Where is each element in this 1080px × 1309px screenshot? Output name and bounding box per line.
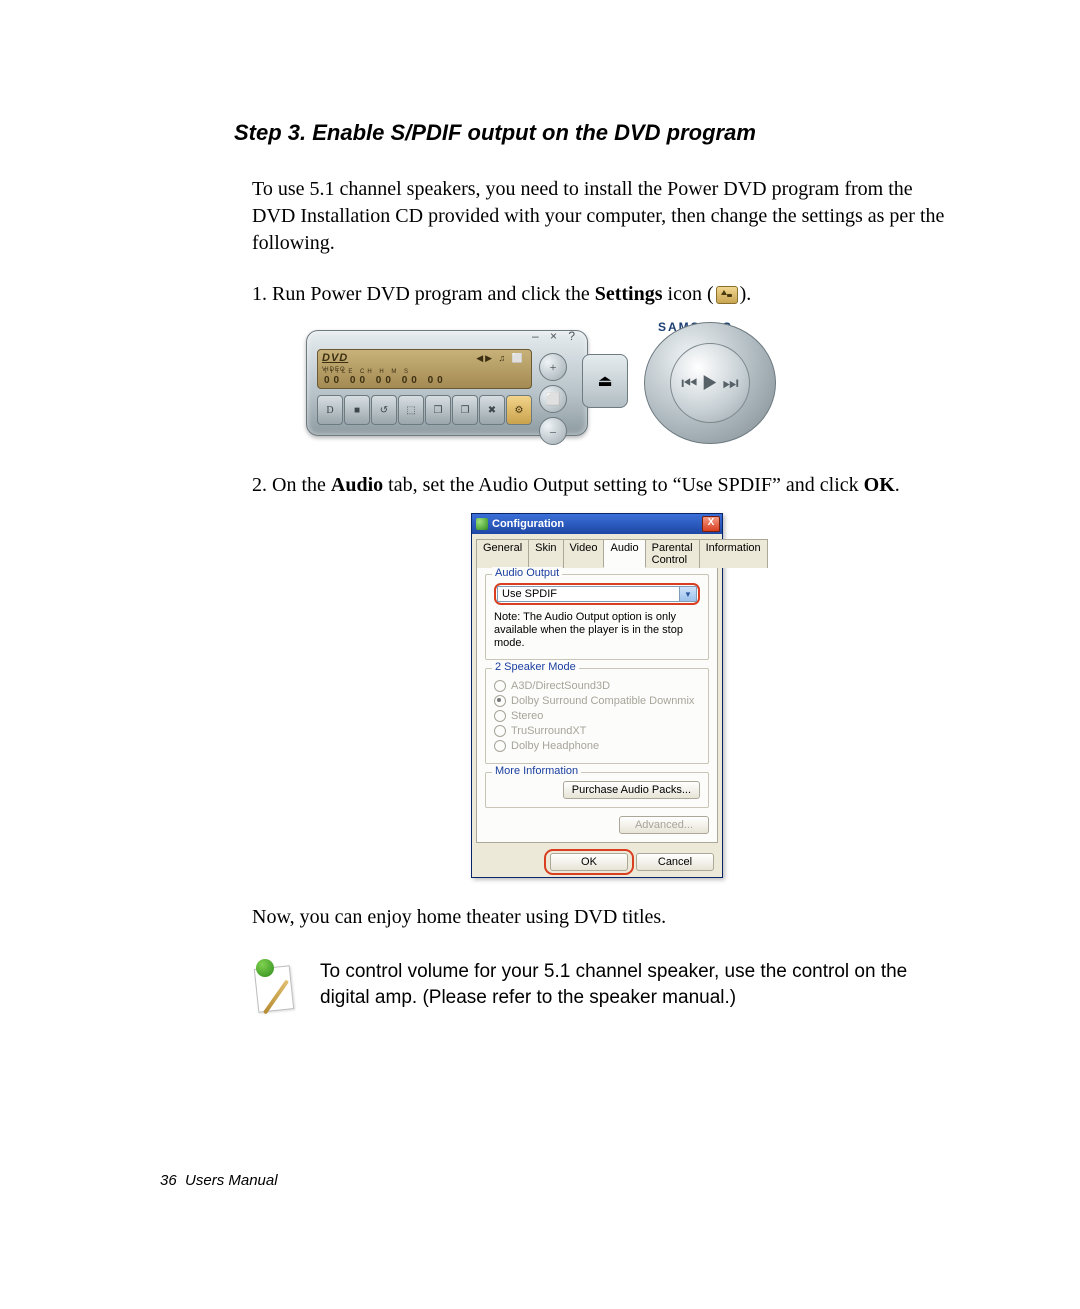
step2-ok-word: OK [864,474,895,496]
screen-status-icons: ◀▶ ♫ ⬜ [476,353,525,364]
ok-button[interactable]: OK [550,853,628,871]
eject-button[interactable]: ⏏ [582,354,628,408]
radio-icon [494,710,506,722]
footer-label: Users Manual [185,1172,278,1189]
tip-text: To control volume for your 5.1 channel s… [320,959,960,1012]
side-btn-minus[interactable]: – [539,417,567,445]
group-speaker-mode: 2 Speaker Mode A3D/DirectSound3D Dolby S… [485,668,709,764]
radio-dolby-downmix[interactable]: Dolby Surround Compatible Downmix [494,695,700,707]
tip-row: To control volume for your 5.1 channel s… [252,959,960,1015]
jog-dial[interactable]: ⏮ ▶ ⏭ [644,322,776,444]
player-window-controls[interactable]: – × ? [532,329,579,343]
step2-prefix: 2. On the [252,474,331,496]
step1-tail: ). [740,283,752,305]
group-label-more-info: More Information [492,765,581,777]
tab-audio[interactable]: Audio [603,539,645,568]
ok-highlight-ring: OK [550,853,628,871]
dialog-titlebar: Configuration X [472,514,722,534]
conclusion-line: Now, you can enjoy home theater using DV… [252,906,960,929]
tab-general[interactable]: General [476,539,529,568]
radio-label: Dolby Surround Compatible Downmix [511,695,694,707]
toolbar-btn-0[interactable]: D [317,395,343,425]
step2-audio-word: Audio [331,474,383,496]
radio-stereo[interactable]: Stereo [494,710,700,722]
step1-suffix: icon ( [663,283,714,305]
intro-paragraph: To use 5.1 channel speakers, you need to… [252,176,952,257]
step-2-line: 2. On the Audio tab, set the Audio Outpu… [252,472,952,499]
side-btn-mid[interactable]: ⬜ [539,385,567,413]
note-icon [252,959,298,1015]
player-side-buttons: + ⬜ – [539,353,569,445]
radio-dolby-headphone[interactable]: Dolby Headphone [494,740,700,752]
dvd-logo: DVD [322,352,348,364]
chevron-down-icon[interactable]: ▼ [679,586,697,602]
jog-inner-controls[interactable]: ⏮ ▶ ⏭ [670,343,750,423]
step2-tail: . [895,474,900,496]
radio-label: Dolby Headphone [511,740,599,752]
screen-counters: TITLE CH H M S 00 00 00 00 00 [324,369,447,386]
toolbar-btn-2[interactable]: ↺ [371,395,397,425]
audio-output-note: Note: The Audio Output option is only av… [494,611,700,651]
step-1-line: 1. Run Power DVD program and click the S… [252,281,952,308]
audio-output-select[interactable]: Use SPDIF [497,586,680,602]
dialog-app-icon [476,518,488,530]
side-btn-plus[interactable]: + [539,353,567,381]
counter-values: 00 00 00 00 00 [324,375,447,386]
radio-label: A3D/DirectSound3D [511,680,610,692]
toolbar-btn-3[interactable]: ⬚ [398,395,424,425]
tab-video[interactable]: Video [563,539,605,568]
configuration-dialog: Configuration X General Skin Video Audio… [471,513,723,878]
radio-label: Stereo [511,710,543,722]
toolbar-btn-1[interactable]: ■ [344,395,370,425]
step-heading: Step 3. Enable S/PDIF output on the DVD … [234,120,960,146]
radio-icon [494,725,506,737]
player-main-panel: – × ? DVD VIDEO ◀▶ ♫ ⬜ TITLE CH H M S 00… [306,330,588,436]
radio-label: TruSurroundXT [511,725,586,737]
close-icon[interactable]: X [702,516,720,532]
dialog-title-text: Configuration [492,518,564,530]
tab-information[interactable]: Information [699,539,768,568]
toolbar-btn-5[interactable]: ❐ [452,395,478,425]
dialog-tabstrip: General Skin Video Audio Parental Contro… [476,538,718,568]
toolbar-btn-4[interactable]: ❐ [425,395,451,425]
tab-skin[interactable]: Skin [528,539,563,568]
toolbar-btn-6[interactable]: ✖ [479,395,505,425]
purchase-audio-packs-button[interactable]: Purchase Audio Packs... [563,781,700,799]
group-label-speaker-mode: 2 Speaker Mode [492,661,579,673]
radio-icon [494,695,506,707]
tab-body-audio: Audio Output Use SPDIF ▼ Note: The Audio… [476,568,718,843]
audio-output-select-highlight: Use SPDIF ▼ [494,583,700,605]
player-lcd-screen: DVD VIDEO ◀▶ ♫ ⬜ TITLE CH H M S 00 00 00… [317,349,532,389]
dialog-button-row: OK Cancel [472,847,722,877]
radio-icon [494,680,506,692]
step1-prefix: 1. Run Power DVD program and click the [252,283,595,305]
toolbar-settings-button[interactable]: ⚙ [506,395,532,425]
advanced-button[interactable]: Advanced... [619,816,709,834]
powerdvd-player-graphic: SAMSUNG – × ? DVD VIDEO ◀▶ ♫ ⬜ TITLE CH … [306,322,786,452]
eject-icon: ⏏ [597,371,612,391]
radio-a3d[interactable]: A3D/DirectSound3D [494,680,700,692]
group-more-information: More Information Purchase Audio Packs... [485,772,709,808]
group-label-audio-output: Audio Output [492,567,562,579]
group-audio-output: Audio Output Use SPDIF ▼ Note: The Audio… [485,574,709,660]
step2-mid: tab, set the Audio Output setting to “Us… [383,474,864,496]
footer-page-number: 36 [160,1172,177,1189]
page-footer: 36 Users Manual [160,1172,278,1189]
step1-settings-word: Settings [595,283,663,305]
tab-parental-control[interactable]: Parental Control [645,539,700,568]
settings-icon [716,286,738,304]
cancel-button[interactable]: Cancel [636,853,714,871]
radio-trusurround[interactable]: TruSurroundXT [494,725,700,737]
radio-icon [494,740,506,752]
player-toolbar: D ■ ↺ ⬚ ❐ ❐ ✖ ⚙ [317,395,532,425]
